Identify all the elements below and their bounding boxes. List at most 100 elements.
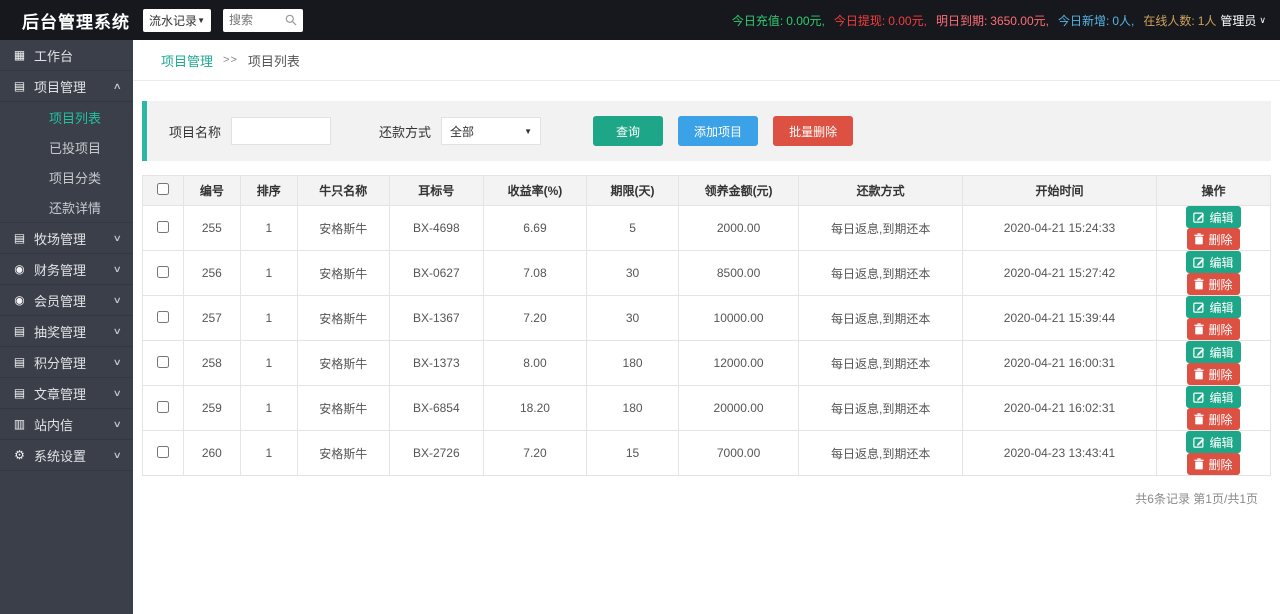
app-title: 后台管理系统	[22, 12, 130, 32]
delete-button[interactable]: 删除	[1187, 228, 1240, 250]
breadcrumb-parent[interactable]: 项目管理	[161, 51, 213, 70]
sidebar-subitem-项目分类[interactable]: 项目分类	[0, 162, 133, 192]
table-header-row: 编号 排序 牛只名称 耳标号 收益率(%) 期限(天) 领养金额(元) 还款方式 开始时间 操作	[142, 175, 1271, 206]
column-header: 排序	[240, 175, 298, 206]
header-stat: 今日提现: 0.00元,	[834, 12, 927, 29]
document-icon: ▤	[13, 324, 26, 338]
row-checkbox[interactable]	[156, 400, 169, 413]
table-cell: 255	[182, 205, 242, 251]
stat-value: 0.00元,	[786, 13, 825, 28]
table-cell: 1	[240, 295, 298, 341]
sidebar-subitem-还款详情[interactable]: 还款详情	[0, 192, 133, 222]
chevron-down-icon: ∨	[113, 325, 123, 336]
edit-button[interactable]: 编辑	[1186, 386, 1241, 408]
project-name-input[interactable]	[231, 117, 332, 145]
document-icon: ▤	[13, 386, 26, 400]
column-header: 编号	[182, 175, 242, 206]
sidebar-item-label: 文章管理	[34, 386, 87, 402]
chevron-down-icon: ∨	[1259, 14, 1266, 25]
repay-method-select-value: 全部	[450, 124, 475, 139]
sidebar-item-工作台[interactable]: ▦ 工作台	[0, 40, 133, 71]
table-cell: 257	[182, 295, 242, 341]
table-cell: 2020-04-21 15:24:33	[961, 205, 1158, 251]
admin-menu[interactable]: 管理员 ∨	[1220, 12, 1266, 29]
table-cell: 6.69	[482, 205, 588, 251]
filter-panel: 项目名称 还款方式 全部 ▼ 查询 添加项目 批量删除	[142, 101, 1271, 161]
column-header: 开始时间	[961, 175, 1158, 206]
table-cell: 2020-04-21 15:39:44	[961, 295, 1158, 341]
chevron-down-icon: ∨	[113, 449, 123, 460]
sidebar-item-label: 项目管理	[34, 79, 87, 95]
table-row: 258 1 安格斯牛 BX-1373 8.00 180 12000.00 每日返息,到期还本 2…	[142, 340, 1271, 386]
table-cell: 7.08	[482, 250, 588, 296]
row-checkbox[interactable]	[156, 310, 169, 323]
chevron-up-icon: ∧	[113, 80, 123, 91]
project-table: 编号 排序 牛只名称 耳标号 收益率(%) 期限(天) 领养金额(元) 还款方式 开始时间 操作 …	[142, 175, 1271, 476]
delete-button-label: 删除	[1208, 457, 1233, 472]
table-cell: 1	[240, 430, 298, 476]
chevron-down-icon: ∨	[113, 232, 123, 243]
table-cell: 安格斯牛	[296, 340, 390, 386]
stat-value: 0人,	[1112, 13, 1135, 28]
edit-button[interactable]: 编辑	[1186, 251, 1241, 273]
sidebar: ▦ 工作台 ▤ 项目管理 ∧ 项目列表 已投项目 项目分类 还款详情 ▤ 牧场管理 ∨ ◉ 财务管理 ∨ ◉ 会…	[0, 40, 133, 614]
table-cell: 180	[586, 385, 679, 431]
chevron-down-icon: ∨	[113, 294, 123, 305]
row-checkbox[interactable]	[156, 220, 169, 233]
edit-button[interactable]: 编辑	[1186, 341, 1241, 363]
project-name-label: 项目名称	[169, 124, 222, 140]
edit-button[interactable]: 编辑	[1186, 431, 1241, 453]
table-cell: 8.00	[482, 340, 588, 386]
table-cell: 260	[182, 430, 242, 476]
table-row: 259 1 安格斯牛 BX-6854 18.20 180 20000.00 每日返息,到期还本…	[142, 385, 1271, 431]
sidebar-item-抽奖管理[interactable]: ▤ 抽奖管理 ∨	[0, 316, 133, 347]
sidebar-item-财务管理[interactable]: ◉ 财务管理 ∨	[0, 254, 133, 285]
sidebar-item-系统设置[interactable]: ⚙ 系统设置 ∨	[0, 440, 133, 471]
sidebar-item-站内信[interactable]: ▥ 站内信 ∨	[0, 409, 133, 440]
search-input[interactable]	[229, 13, 285, 27]
edit-button[interactable]: 编辑	[1186, 206, 1241, 228]
row-select-cell	[142, 205, 184, 251]
sidebar-item-文章管理[interactable]: ▤ 文章管理 ∨	[0, 378, 133, 409]
delete-button[interactable]: 删除	[1187, 363, 1240, 385]
edit-button-label: 编辑	[1209, 390, 1234, 405]
delete-button[interactable]: 删除	[1187, 273, 1240, 295]
delete-button[interactable]: 删除	[1187, 318, 1240, 340]
row-select-cell	[142, 250, 184, 296]
search-icon[interactable]	[285, 14, 297, 26]
chevron-down-icon: ∨	[113, 263, 123, 274]
table-cell: BX-4698	[388, 205, 484, 251]
sidebar-item-会员管理[interactable]: ◉ 会员管理 ∨	[0, 285, 133, 316]
edit-button-label: 编辑	[1209, 300, 1234, 315]
table-cell: 每日返息,到期还本	[798, 205, 963, 251]
sidebar-item-牧场管理[interactable]: ▤ 牧场管理 ∨	[0, 223, 133, 254]
select-all-checkbox[interactable]	[156, 183, 169, 195]
record-type-select[interactable]: 流水记录 ▼	[143, 8, 211, 32]
table-cell: 1	[240, 205, 298, 251]
column-header: 期限(天)	[586, 175, 679, 206]
table-cell: 7.20	[482, 295, 588, 341]
column-header: 操作	[1156, 175, 1271, 206]
sidebar-item-积分管理[interactable]: ▤ 积分管理 ∨	[0, 347, 133, 378]
column-header: 牛只名称	[296, 175, 390, 206]
mail-icon: ▥	[13, 417, 26, 431]
row-checkbox[interactable]	[156, 355, 169, 368]
sidebar-subitem-已投项目[interactable]: 已投项目	[0, 132, 133, 162]
query-button[interactable]: 查询	[593, 116, 664, 146]
stat-value: 0.00元,	[888, 13, 927, 28]
dashboard-grid-icon: ▦	[13, 48, 26, 62]
edit-button[interactable]: 编辑	[1186, 296, 1241, 318]
delete-button[interactable]: 删除	[1187, 408, 1240, 430]
sidebar-subitem-项目列表[interactable]: 项目列表	[0, 102, 133, 132]
batch-delete-button[interactable]: 批量删除	[773, 116, 854, 146]
delete-button[interactable]: 删除	[1187, 453, 1240, 475]
select-all-cell	[142, 175, 184, 206]
sidebar-item-项目管理[interactable]: ▤ 项目管理 ∧	[0, 71, 133, 102]
add-project-button[interactable]: 添加项目	[678, 116, 759, 146]
row-checkbox[interactable]	[156, 445, 169, 458]
row-checkbox[interactable]	[156, 265, 169, 278]
table-cell: 1	[240, 340, 298, 386]
member-icon: ◉	[14, 293, 25, 307]
delete-button-label: 删除	[1208, 412, 1233, 427]
repay-method-select[interactable]: 全部 ▼	[441, 117, 542, 145]
